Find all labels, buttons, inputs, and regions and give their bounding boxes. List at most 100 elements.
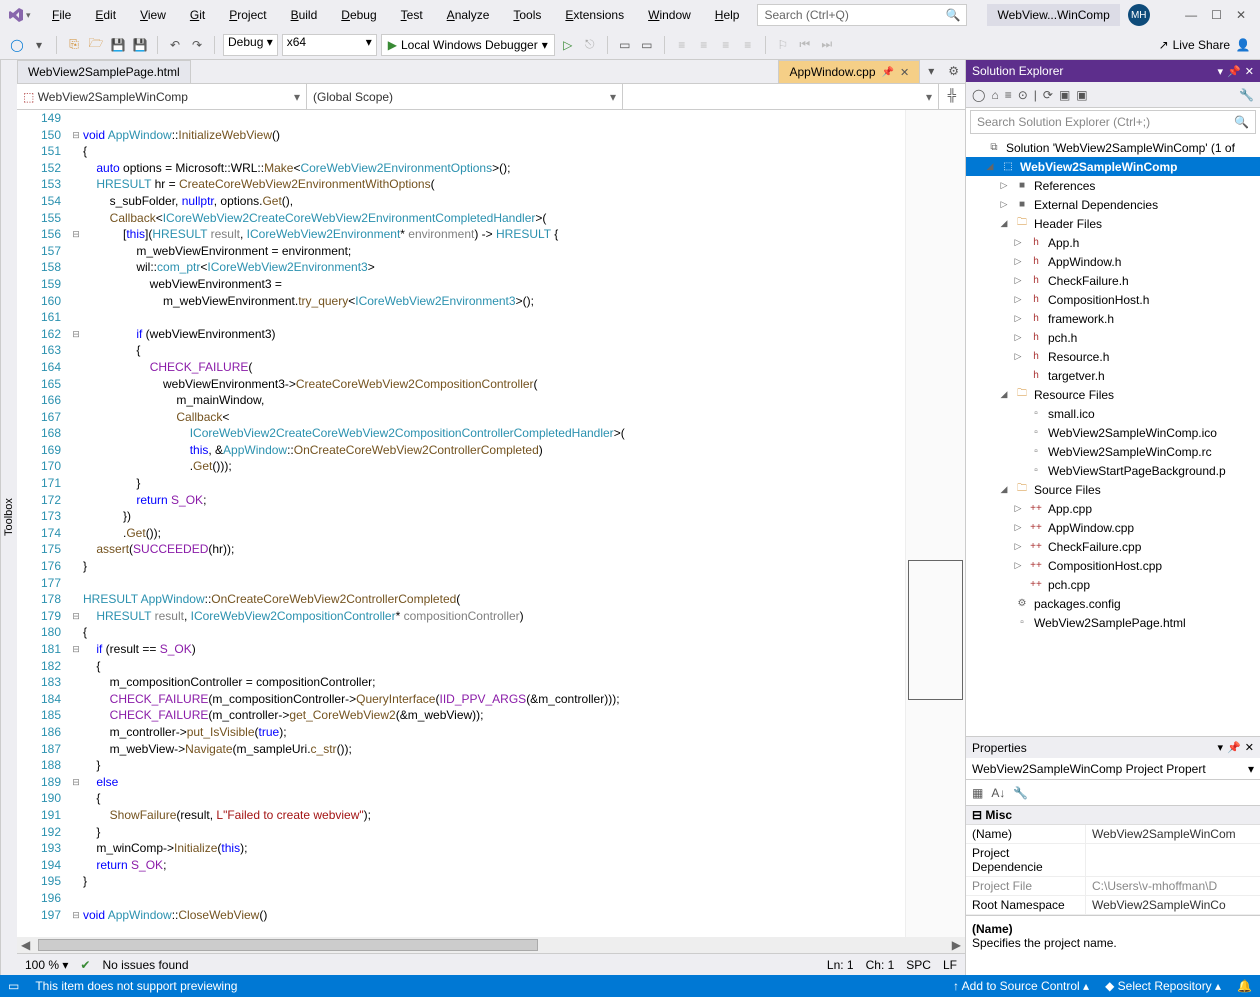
se-back-icon[interactable]: ◯ — [972, 88, 985, 102]
menu-extensions[interactable]: Extensions — [557, 4, 632, 26]
expand-icon[interactable]: ◢ — [998, 389, 1010, 400]
tree-item[interactable]: ▷ ■ External Dependencies — [966, 195, 1260, 214]
save-all-icon[interactable]: 💾 — [131, 36, 149, 54]
menu-tools[interactable]: Tools — [505, 4, 549, 26]
tree-item[interactable]: ◢ ⬚ WebView2SampleWinComp — [966, 157, 1260, 176]
tree-item[interactable]: h targetver.h — [966, 366, 1260, 385]
start-no-debug-icon[interactable]: ▷ — [559, 36, 577, 54]
source-control-button[interactable]: ↑ Add to Source Control ▴ — [953, 979, 1089, 993]
h-scrollbar[interactable]: ◀▶ — [17, 937, 965, 953]
expand-icon[interactable]: ▷ — [1012, 256, 1024, 267]
tree-item[interactable]: ▫ WebView2SamplePage.html — [966, 613, 1260, 632]
se-refresh-icon[interactable]: ⟳ — [1043, 88, 1053, 102]
code-editor[interactable]: void AppWindow::InitializeWebView(){ aut… — [83, 110, 905, 937]
toolbox-tab[interactable]: Toolbox — [0, 60, 17, 975]
new-item-icon[interactable]: ⎘ — [65, 36, 83, 54]
outdent-icon[interactable]: ≡ — [695, 36, 713, 54]
undo-icon[interactable]: ↶ — [166, 36, 184, 54]
back-icon[interactable]: ◯ — [8, 36, 26, 54]
select-repo-button[interactable]: ◆ Select Repository ▴ — [1105, 979, 1221, 993]
notifications-icon[interactable]: 🔔 — [1237, 979, 1252, 993]
tree-item[interactable]: ▷ h AppWindow.h — [966, 252, 1260, 271]
tool2-icon[interactable]: ▭ — [638, 36, 656, 54]
menu-project[interactable]: Project — [221, 4, 274, 26]
minimap[interactable] — [905, 110, 965, 937]
tree-item[interactable]: ▷ h framework.h — [966, 309, 1260, 328]
line-indicator[interactable]: Ln: 1 — [827, 958, 854, 972]
document-tab[interactable]: WebView2SamplePage.html — [17, 60, 191, 83]
expand-icon[interactable]: ▷ — [1012, 351, 1024, 362]
tab-dropdown-icon[interactable]: ▾ — [922, 60, 940, 83]
menu-view[interactable]: View — [132, 4, 174, 26]
menu-window[interactable]: Window — [640, 4, 699, 26]
se-wrench-icon[interactable]: 🔧 — [1239, 88, 1254, 102]
document-tab[interactable]: AppWindow.cpp 📌 ✕ — [778, 60, 920, 83]
property-value[interactable] — [1086, 844, 1260, 876]
tab-options-icon[interactable]: ⚙ — [942, 60, 965, 83]
close-icon[interactable]: ✕ — [900, 66, 909, 79]
bookmark-next-icon[interactable]: ⏭ — [818, 36, 836, 54]
tree-item[interactable]: ◢ 🗀 Header Files — [966, 214, 1260, 233]
bookmark-icon[interactable]: ⚐ — [774, 36, 792, 54]
se-search[interactable]: Search Solution Explorer (Ctrl+;) 🔍 — [970, 110, 1256, 134]
open-icon[interactable]: 🗁 — [87, 36, 105, 54]
liveshare-button[interactable]: ↗ Live Share — [1159, 38, 1230, 52]
tool1-icon[interactable]: ▭ — [616, 36, 634, 54]
props-categorize-icon[interactable]: ▦ — [972, 786, 983, 800]
expand-icon[interactable]: ◢ — [998, 218, 1010, 229]
col-indicator[interactable]: Ch: 1 — [866, 958, 895, 972]
nav-scope-combo[interactable]: (Global Scope)▾ — [307, 84, 623, 109]
menu-git[interactable]: Git — [182, 4, 213, 26]
expand-icon[interactable]: ◢ — [998, 484, 1010, 495]
props-wrench-icon[interactable]: 🔧 — [1013, 786, 1028, 800]
expand-icon[interactable]: ▷ — [1012, 294, 1024, 305]
pin-icon[interactable]: 📌 — [882, 67, 894, 78]
attach-icon[interactable]: ⎋ — [581, 36, 599, 54]
property-value[interactable]: WebView2SampleWinCo — [1086, 896, 1260, 914]
expand-icon[interactable]: ▷ — [1012, 541, 1024, 552]
expand-icon[interactable]: ▷ — [1012, 237, 1024, 248]
se-close-icon[interactable]: ✕ — [1245, 65, 1254, 78]
tree-item[interactable]: ▷ ■ References — [966, 176, 1260, 195]
tree-item[interactable]: ++ pch.cpp — [966, 575, 1260, 594]
props-sort-icon[interactable]: A↓ — [991, 786, 1005, 800]
props-pin-icon[interactable]: 📌 — [1227, 741, 1241, 754]
uncomment-icon[interactable]: ≡ — [739, 36, 757, 54]
expand-icon[interactable]: ▷ — [1012, 560, 1024, 571]
minimize-button[interactable]: — — [1185, 8, 1197, 22]
nav-project-combo[interactable]: ⬚ WebView2SampleWinComp▾ — [17, 84, 307, 109]
avatar[interactable]: MH — [1128, 4, 1150, 26]
zoom-combo[interactable]: 100 % ▾ — [25, 958, 68, 972]
indent-icon[interactable]: ≡ — [673, 36, 691, 54]
expand-icon[interactable]: ▷ — [1012, 275, 1024, 286]
tree-item[interactable]: ▷ h CheckFailure.h — [966, 271, 1260, 290]
issues-text[interactable]: No issues found — [102, 958, 188, 972]
menu-edit[interactable]: Edit — [87, 4, 124, 26]
expand-icon[interactable]: ▷ — [1012, 503, 1024, 514]
tree-item[interactable]: ⧉ Solution 'WebView2SampleWinComp' (1 of — [966, 138, 1260, 157]
platform-combo[interactable]: x64 ▾ — [282, 34, 377, 56]
tree-item[interactable]: ▷ ++ CheckFailure.cpp — [966, 537, 1260, 556]
tree-item[interactable]: ▷ ++ App.cpp — [966, 499, 1260, 518]
account-icon[interactable]: 👤 — [1234, 36, 1252, 54]
expand-icon[interactable]: ▷ — [1012, 332, 1024, 343]
config-combo[interactable]: Debug ▾ — [223, 34, 278, 56]
tree-item[interactable]: ▫ WebViewStartPageBackground.p — [966, 461, 1260, 480]
expand-icon[interactable]: ▷ — [998, 199, 1010, 210]
tree-item[interactable]: ▷ ++ CompositionHost.cpp — [966, 556, 1260, 575]
expand-icon[interactable]: ▷ — [1012, 313, 1024, 324]
se-home-icon[interactable]: ⌂ — [991, 88, 998, 102]
property-row[interactable]: Root Namespace WebView2SampleWinCo — [966, 896, 1260, 915]
close-button[interactable]: ✕ — [1236, 8, 1246, 22]
menu-build[interactable]: Build — [283, 4, 326, 26]
tree-item[interactable]: ▷ h App.h — [966, 233, 1260, 252]
tree-item[interactable]: ▫ WebView2SampleWinComp.rc — [966, 442, 1260, 461]
property-value[interactable]: C:\Users\v-mhoffman\D — [1086, 877, 1260, 895]
maximize-button[interactable]: ☐ — [1211, 8, 1222, 22]
se-collapse-icon[interactable]: ▣ — [1059, 88, 1070, 102]
comment-icon[interactable]: ≡ — [717, 36, 735, 54]
tree-item[interactable]: ◢ 🗀 Source Files — [966, 480, 1260, 499]
props-object-combo[interactable]: WebView2SampleWinComp Project Propert▾ — [966, 758, 1260, 780]
props-close-icon[interactable]: ✕ — [1245, 741, 1254, 754]
tree-item[interactable]: ▫ small.ico — [966, 404, 1260, 423]
